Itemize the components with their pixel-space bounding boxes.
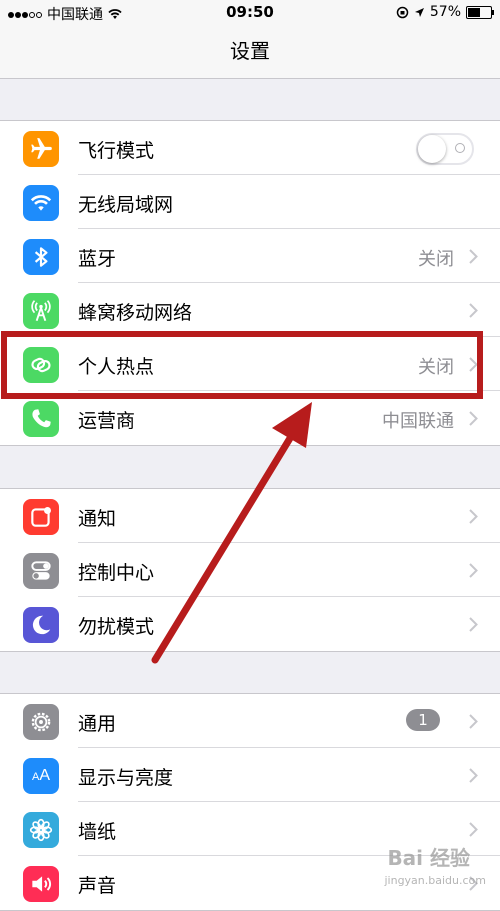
settings-row-airplane-mode: 飞行模式 bbox=[0, 121, 500, 175]
hotspot-icon bbox=[23, 347, 59, 383]
settings-row-general[interactable]: 通用 1 bbox=[0, 694, 500, 748]
settings-group-notifications: 通知 控制中心 勿扰模式 bbox=[0, 488, 500, 652]
cellular-icon bbox=[23, 293, 59, 329]
hotspot-status-value: 关闭 bbox=[418, 357, 454, 378]
settings-row-display-brightness[interactable]: AA 显示与亮度 bbox=[0, 748, 500, 802]
bluetooth-status-value: 关闭 bbox=[418, 249, 454, 270]
chevron-right-icon bbox=[469, 714, 478, 729]
chevron-right-icon bbox=[469, 249, 478, 264]
airplane-mode-toggle[interactable] bbox=[416, 133, 474, 165]
navigation-bar: 设置 bbox=[0, 26, 500, 79]
status-bar: 中国联通 09:50 57% bbox=[0, 0, 500, 26]
chevron-right-icon bbox=[469, 563, 478, 578]
airplane-icon bbox=[23, 131, 59, 167]
chevron-right-icon bbox=[469, 357, 478, 372]
settings-row-label: 个人热点 bbox=[78, 356, 155, 378]
battery-icon bbox=[466, 5, 494, 19]
moon-icon bbox=[23, 607, 59, 643]
settings-row-personal-hotspot[interactable]: 个人热点 关闭 bbox=[0, 337, 500, 391]
location-icon bbox=[414, 7, 424, 17]
settings-group-connectivity: 飞行模式 无线局域网 蓝牙 关闭 蜂窝移动网络 个人热点 关闭 运营商 中国联通 bbox=[0, 120, 500, 446]
settings-row-label: 通用 bbox=[78, 713, 117, 735]
settings-row-label: 声音 bbox=[78, 875, 117, 897]
watermark-text: Bai 经验 bbox=[387, 846, 470, 870]
sound-icon bbox=[23, 866, 59, 902]
settings-row-label: 运营商 bbox=[78, 410, 136, 432]
chevron-right-icon bbox=[469, 617, 478, 632]
watermark-url: jingyan.baidu.com bbox=[384, 874, 486, 887]
settings-row-label: 勿扰模式 bbox=[78, 616, 155, 638]
settings-row-bluetooth[interactable]: 蓝牙 关闭 bbox=[0, 229, 500, 283]
settings-row-do-not-disturb[interactable]: 勿扰模式 bbox=[0, 597, 500, 651]
settings-row-notifications[interactable]: 通知 bbox=[0, 489, 500, 543]
chevron-right-icon bbox=[469, 303, 478, 318]
settings-row-label: 蓝牙 bbox=[78, 248, 117, 270]
update-count-badge: 1 bbox=[406, 709, 440, 731]
wifi-icon bbox=[23, 185, 59, 221]
settings-row-control-center[interactable]: 控制中心 bbox=[0, 543, 500, 597]
gear-icon bbox=[23, 704, 59, 740]
control-center-icon bbox=[23, 553, 59, 589]
settings-row-label: 显示与亮度 bbox=[78, 767, 174, 789]
display-icon: AA bbox=[23, 758, 59, 794]
wallpaper-icon bbox=[23, 812, 59, 848]
settings-row-label: 无线局域网 bbox=[78, 194, 174, 216]
chevron-right-icon bbox=[469, 822, 478, 837]
chevron-right-icon bbox=[469, 411, 478, 426]
battery-percent: 57% bbox=[429, 4, 461, 20]
settings-row-cellular[interactable]: 蜂窝移动网络 bbox=[0, 283, 500, 337]
bluetooth-icon bbox=[23, 239, 59, 275]
settings-row-carrier[interactable]: 运营商 中国联通 bbox=[0, 391, 500, 445]
notifications-icon bbox=[23, 499, 59, 535]
chevron-right-icon bbox=[469, 509, 478, 524]
settings-row-label: 墙纸 bbox=[78, 821, 117, 843]
page-title: 设置 bbox=[230, 39, 270, 63]
settings-row-label: 通知 bbox=[78, 508, 117, 530]
settings-row-label: 蜂窝移动网络 bbox=[78, 302, 193, 324]
settings-row-wlan[interactable]: 无线局域网 bbox=[0, 175, 500, 229]
carrier-value: 中国联通 bbox=[382, 411, 454, 432]
chevron-right-icon bbox=[469, 768, 478, 783]
phone-icon bbox=[23, 401, 59, 437]
orientation-lock-icon bbox=[396, 6, 409, 18]
settings-row-label: 飞行模式 bbox=[78, 140, 155, 162]
settings-row-label: 控制中心 bbox=[78, 562, 155, 584]
